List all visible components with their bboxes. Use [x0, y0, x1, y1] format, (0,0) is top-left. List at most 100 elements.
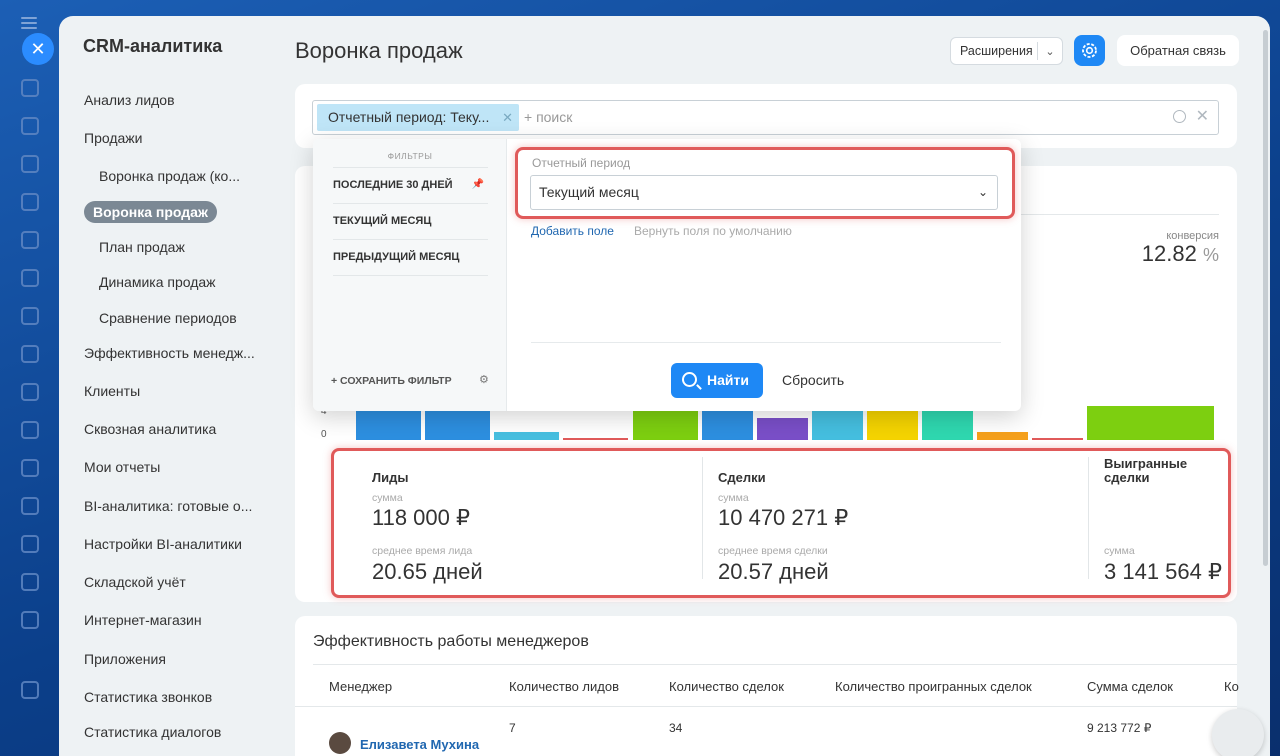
conversion-value: 12.82 %: [1125, 241, 1219, 267]
rail-icon-2[interactable]: [21, 117, 39, 135]
gear-button[interactable]: [1074, 35, 1105, 66]
sidebar-item-sales[interactable]: Продажи: [84, 130, 142, 146]
column-header[interactable]: Количество лидов: [509, 679, 619, 694]
help-button[interactable]: [1212, 709, 1264, 756]
extensions-dropdown[interactable]: Расширения ⌄: [950, 37, 1063, 65]
save-filter-button[interactable]: + СОХРАНИТЬ ФИЛЬТР: [331, 375, 452, 387]
board-icon[interactable]: [21, 497, 39, 515]
sidebar-item-calls[interactable]: Статистика звонков: [84, 689, 212, 705]
stat-deals-title: Сделки: [718, 470, 766, 485]
search-placeholder: + поиск: [524, 109, 573, 125]
filter-presets: ФИЛЬТРЫ ПОСЛЕДНИЕ 30 ДНЕЙ 📌 ТЕКУЩИЙ МЕСЯ…: [313, 139, 507, 411]
funnel-bar: [1032, 438, 1083, 440]
document-icon[interactable]: [21, 345, 39, 363]
sidebar-item-my-reports[interactable]: Мои отчеты: [84, 459, 160, 475]
menu-icon[interactable]: [21, 17, 37, 29]
column-header[interactable]: Ко: [1224, 679, 1239, 694]
sidebar-item-bi-settings[interactable]: Настройки BI-аналитики: [84, 536, 242, 552]
conversion-unit: %: [1202, 245, 1219, 265]
sidebar-item-e2e[interactable]: Сквозная аналитика: [84, 421, 216, 437]
divider: [313, 664, 1237, 665]
sidebar-item-plan[interactable]: План продаж: [99, 239, 185, 255]
column-header[interactable]: Количество проигранных сделок: [835, 679, 1032, 694]
close-icon[interactable]: ✕: [502, 104, 513, 131]
clear-icon[interactable]: ✕: [1196, 106, 1209, 126]
users-icon[interactable]: [21, 459, 39, 477]
search-input[interactable]: Отчетный период: Теку... ✕ + поиск ✕: [312, 100, 1219, 135]
gear-icon[interactable]: ⚙: [479, 373, 489, 386]
sidebar-item-warehouse[interactable]: Складской учёт: [84, 574, 186, 590]
sidebar-item-shop[interactable]: Интернет-магазин: [84, 612, 202, 628]
column-header[interactable]: Количество сделок: [669, 679, 784, 694]
funnel-bar: [922, 406, 973, 440]
stat-deals: Сделки сумма 10 470 271 ₽ среднее время …: [680, 451, 1060, 584]
main-window: CRM-аналитика Анализ лидов Продажи Ворон…: [59, 16, 1270, 756]
funnel-bar: [977, 432, 1028, 440]
funnel-bar: [563, 438, 628, 440]
chevron-down-icon: ⌄: [977, 185, 988, 199]
page-title: Воронка продаж: [295, 38, 463, 63]
divider: [333, 275, 488, 276]
close-icon[interactable]: ✕: [22, 33, 54, 65]
reset-button[interactable]: Сбросить: [782, 363, 844, 398]
mail-icon[interactable]: [21, 421, 39, 439]
stat-deals-time: 20.57 дней: [718, 559, 829, 584]
sidebar-item-funnel-co[interactable]: Воронка продаж (ко...: [99, 168, 240, 184]
check-icon[interactable]: [21, 535, 39, 553]
managers-title: Эффективность работы менеджеров: [313, 633, 589, 650]
gear-icon: [1082, 43, 1097, 58]
rail-icon-1[interactable]: [21, 79, 39, 97]
table-cell: 7: [509, 721, 516, 735]
funnel-bar: [356, 406, 421, 440]
crm-icon[interactable]: [21, 193, 39, 211]
settings-icon[interactable]: [21, 681, 39, 699]
funnel-bar: [425, 406, 490, 440]
feedback-button[interactable]: Обратная связь: [1117, 35, 1239, 66]
preset-label: ПОСЛЕДНИЕ 30 ДНЕЙ: [333, 179, 453, 191]
extensions-label: Расширения: [960, 44, 1033, 58]
preset-current-month[interactable]: ТЕКУЩИЙ МЕСЯЦ: [333, 203, 488, 239]
sidebar-item-funnel[interactable]: Воронка продаж: [84, 201, 217, 223]
preset-label: ТЕКУЩИЙ МЕСЯЦ: [333, 215, 432, 227]
bot-icon[interactable]: [21, 307, 39, 325]
pin-icon[interactable]: 📌: [472, 179, 484, 190]
column-header[interactable]: Сумма сделок: [1087, 679, 1173, 694]
funnel-bar: [702, 406, 753, 440]
grid-icon[interactable]: [21, 611, 39, 629]
sidebar: CRM-аналитика Анализ лидов Продажи Ворон…: [59, 16, 279, 756]
sidebar-item-managers[interactable]: Эффективность менедж...: [84, 345, 255, 361]
sidebar-item-clients[interactable]: Клиенты: [84, 383, 140, 399]
stat-leads-title: Лиды: [372, 470, 409, 485]
funnel-bar: [757, 418, 808, 440]
stat-deals-sum-label: сумма: [718, 492, 749, 504]
add-field-link[interactable]: Добавить поле: [531, 224, 614, 238]
sidebar-item-dialogs[interactable]: Статистика диалогов: [84, 724, 221, 740]
sidebar-item-compare[interactable]: Сравнение периодов: [99, 310, 237, 326]
filter-tag[interactable]: Отчетный период: Теку... ✕: [317, 104, 519, 131]
sidebar-item-dynamics[interactable]: Динамика продаж: [99, 274, 216, 290]
find-button[interactable]: Найти: [671, 363, 763, 398]
stat-won-title-2: сделки: [1104, 470, 1150, 485]
calendar-icon[interactable]: [21, 269, 39, 287]
search-icon[interactable]: [1173, 110, 1186, 123]
column-header[interactable]: Менеджер: [329, 679, 392, 694]
period-label: Отчетный период: [532, 156, 631, 170]
scrollbar[interactable]: [1263, 30, 1268, 566]
restore-fields-link[interactable]: Вернуть поля по умолчанию: [634, 224, 792, 238]
preset-last-30-days[interactable]: ПОСЛЕДНИЕ 30 ДНЕЙ 📌: [333, 167, 488, 203]
rail-icon-h[interactable]: [21, 573, 39, 591]
managers-table: Эффективность работы менеджеров Менеджер…: [295, 616, 1239, 756]
sidebar-item-apps[interactable]: Приложения: [84, 651, 166, 667]
stat-won-sum: 3 141 564 ₽: [1104, 559, 1222, 584]
funnel-bar: [867, 406, 918, 440]
period-select[interactable]: Текущий месяц ⌄: [530, 175, 998, 210]
sidebar-item-bi-ready[interactable]: BI-аналитика: готовые о...: [84, 498, 252, 514]
manager-name-link[interactable]: Елизавета Мухина: [360, 737, 479, 752]
card-icon[interactable]: [21, 383, 39, 401]
chat-icon[interactable]: [21, 155, 39, 173]
filter-icon[interactable]: [21, 231, 39, 249]
chevron-down-icon[interactable]: ⌄: [1038, 45, 1062, 58]
sidebar-item-leads[interactable]: Анализ лидов: [84, 92, 175, 108]
preset-previous-month[interactable]: ПРЕДЫДУЩИЙ МЕСЯЦ: [333, 239, 488, 275]
period-field: Отчетный период Текущий месяц ⌄: [515, 147, 1015, 219]
